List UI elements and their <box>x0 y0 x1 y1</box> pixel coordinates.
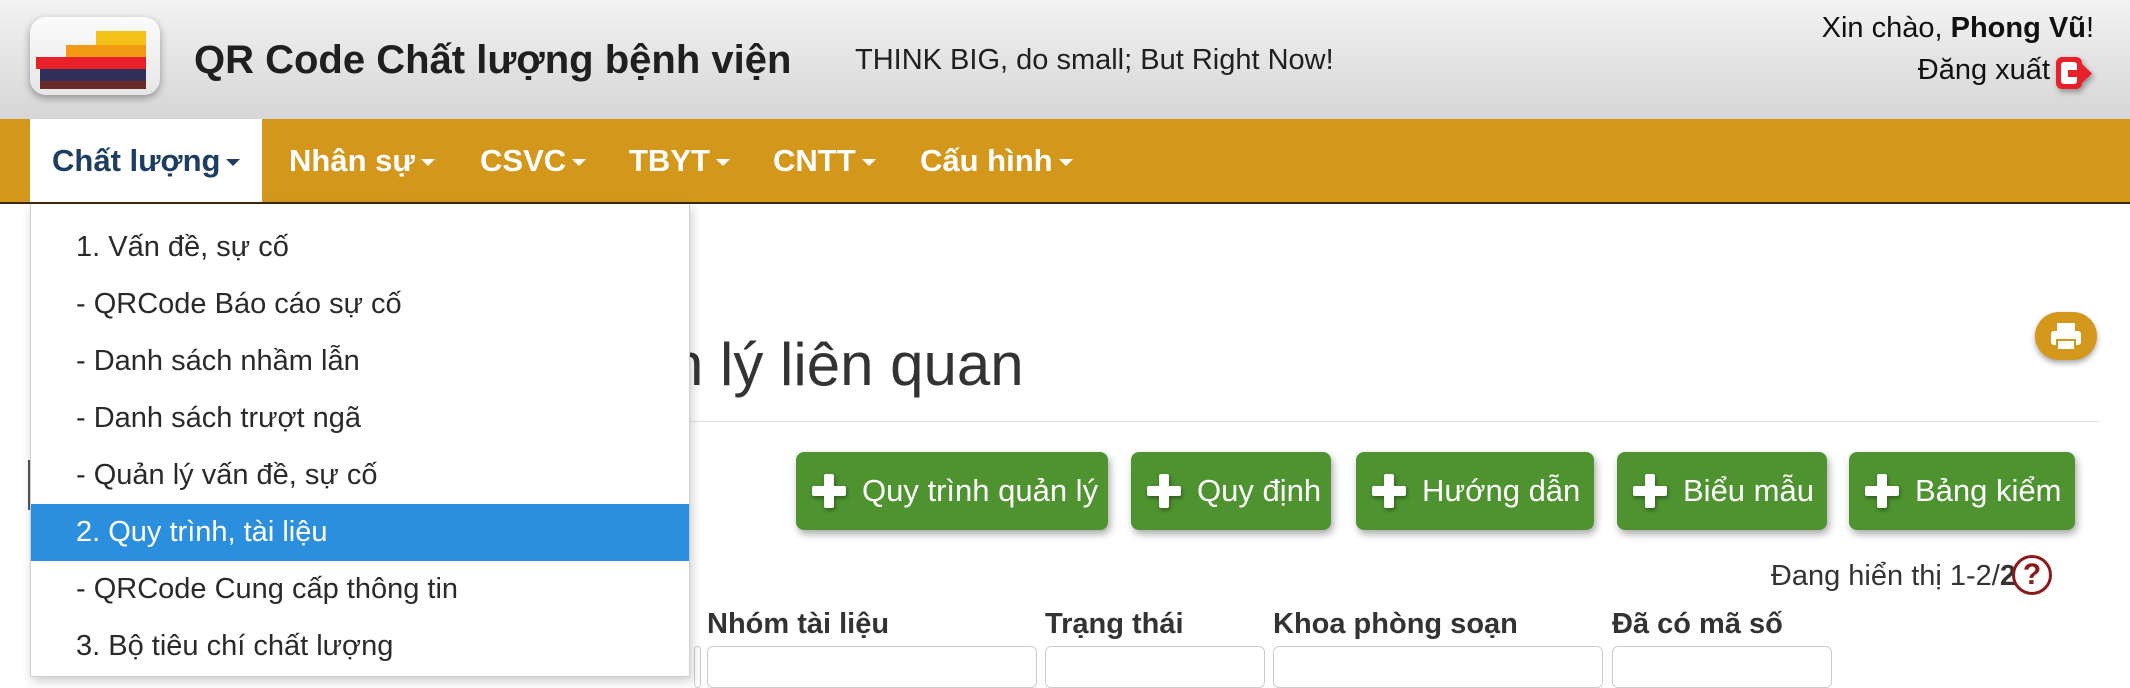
nav-label: CNTT <box>773 143 856 178</box>
plus-icon <box>1633 474 1667 508</box>
button-label: Bảng kiểm <box>1915 473 2062 508</box>
nav-label: TBYT <box>629 143 710 178</box>
button-label: Quy định <box>1197 473 1322 508</box>
caret-down-icon <box>861 159 876 167</box>
user-name: Phong Vũ <box>1950 12 2086 44</box>
caret-down-icon <box>1058 159 1073 167</box>
button-label: Biểu mẫu <box>1683 473 1814 508</box>
add-huong-dan-button[interactable]: Hướng dẫn <box>1356 452 1594 530</box>
caret-down-icon <box>715 159 730 167</box>
button-label: Quy trình quản lý <box>862 473 1099 508</box>
button-label: Hướng dẫn <box>1422 473 1581 508</box>
logo-bar <box>36 57 146 69</box>
help-icon[interactable]: ? <box>2012 555 2052 595</box>
filter-label-nhom-tai-lieu: Nhóm tài liệu <box>707 608 890 640</box>
result-count-prefix: Đang hiển thị 1-2/ <box>1770 560 2000 592</box>
chat-luong-dropdown-menu: 1. Vấn đề, sự cố - QRCode Báo cáo sự cố … <box>30 204 690 677</box>
nav-chat-luong[interactable]: Chất lượng <box>30 119 263 202</box>
page-title: n lý liên quan <box>670 331 1024 398</box>
logout-icon[interactable] <box>2054 54 2094 92</box>
filter-select-khoa-phong-soan[interactable] <box>1273 646 1603 688</box>
menu-item-quy-trinh-tai-lieu[interactable]: 2. Quy trình, tài liệu <box>31 504 689 561</box>
filter-label-da-co-ma-so: Đã có mã số <box>1612 608 1783 640</box>
print-icon <box>2051 323 2081 351</box>
print-button[interactable] <box>2035 312 2097 360</box>
logo-bar <box>66 45 146 57</box>
nav-label: Chất lượng <box>52 143 221 178</box>
logo-bar <box>40 69 146 81</box>
caret-down-icon <box>420 159 435 167</box>
filter-select-partial[interactable] <box>694 646 701 688</box>
add-quy-trinh-button[interactable]: Quy trình quản lý <box>796 452 1108 530</box>
filter-select-nhom-tai-lieu[interactable] <box>707 646 1037 688</box>
filter-label-trang-thai: Trạng thái <box>1045 608 1184 640</box>
app-logo[interactable] <box>30 17 160 95</box>
menu-item-danh-sach-nham-lan[interactable]: - Danh sách nhầm lẫn <box>31 333 689 390</box>
add-bang-kiem-button[interactable]: Bảng kiểm <box>1849 452 2075 530</box>
plus-icon <box>1372 474 1406 508</box>
menu-item-danh-sach-truot-nga[interactable]: - Danh sách trượt ngã <box>31 390 689 447</box>
slogan: THINK BIG, do small; But Right Now! <box>855 44 1334 76</box>
menu-item-qrcode-bao-cao-su-co[interactable]: - QRCode Báo cáo sự cố <box>31 276 689 333</box>
caret-down-icon <box>572 159 587 167</box>
nav-cntt[interactable]: CNTT <box>773 119 876 202</box>
nav-label: Nhân sự <box>289 143 415 178</box>
nav-label: CSVC <box>480 143 567 178</box>
menu-item-bo-tieu-chi-chat-luong[interactable]: 3. Bộ tiêu chí chất lượng <box>31 618 689 675</box>
app-title[interactable]: QR Code Chất lượng bệnh viện <box>194 38 791 83</box>
logo-bar <box>96 31 146 45</box>
plus-icon <box>812 474 846 508</box>
caret-down-icon <box>226 159 241 167</box>
user-greeting: Xin chào, Phong Vũ! <box>1822 12 2094 45</box>
nav-tbyt[interactable]: TBYT <box>629 119 730 202</box>
plus-icon <box>1147 474 1181 508</box>
filter-select-trang-thai[interactable] <box>1045 646 1265 688</box>
filter-select-da-co-ma-so[interactable] <box>1612 646 1832 688</box>
main-navbar: Chất lượng Nhân sự CSVC TBYT CNTT Cấu hì… <box>0 119 2130 204</box>
nav-cau-hinh[interactable]: Cấu hình <box>920 119 1073 202</box>
add-bieu-mau-button[interactable]: Biểu mẫu <box>1617 452 1827 530</box>
menu-item-van-de-su-co[interactable]: 1. Vấn đề, sự cố <box>31 219 689 276</box>
menu-item-qrcode-cung-cap-thong-tin[interactable]: - QRCode Cung cấp thông tin <box>31 561 689 618</box>
greeting-suffix: ! <box>2085 12 2094 44</box>
greeting-prefix: Xin chào, <box>1821 12 1951 44</box>
plus-icon <box>1865 474 1899 508</box>
add-quy-dinh-button[interactable]: Quy định <box>1131 452 1331 530</box>
nav-nhan-su[interactable]: Nhân sự <box>289 119 435 202</box>
app-header: QR Code Chất lượng bệnh viện THINK BIG, … <box>0 0 2130 119</box>
nav-label: Cấu hình <box>920 143 1053 178</box>
result-count: Đang hiển thị 1-2/2 <box>1771 560 2016 593</box>
logout-link[interactable]: Đăng xuất <box>1918 54 2050 87</box>
menu-item-quan-ly-van-de-su-co[interactable]: - Quản lý vấn đề, sự cố <box>31 447 689 504</box>
title-divider <box>690 421 2100 422</box>
filter-label-khoa-phong-soan: Khoa phòng soạn <box>1273 608 1518 640</box>
nav-csvc[interactable]: CSVC <box>480 119 587 202</box>
logo-bar <box>40 81 146 89</box>
